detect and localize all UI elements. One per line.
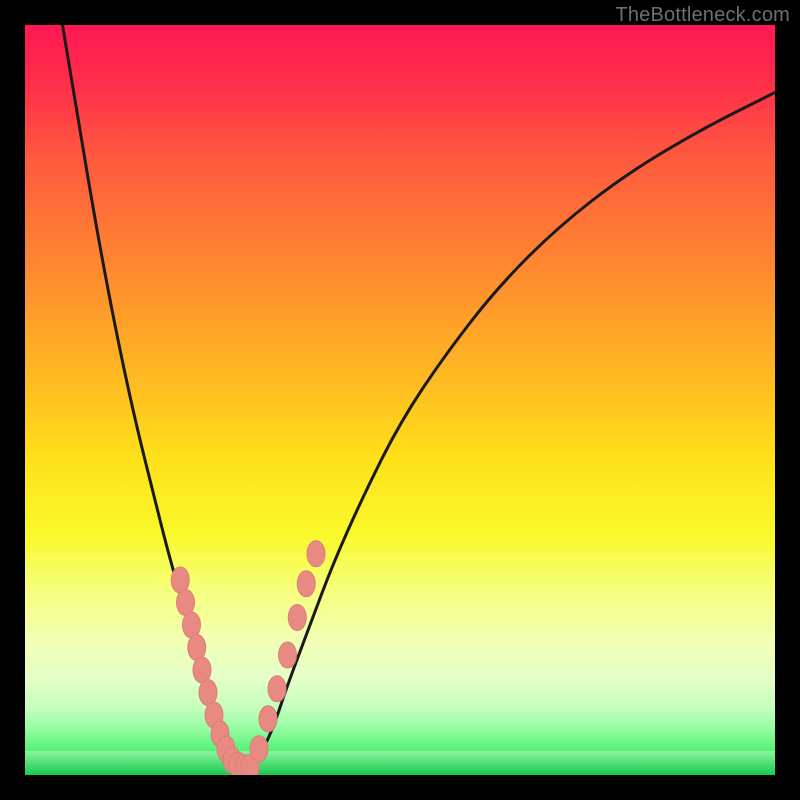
- data-marker: [250, 736, 268, 762]
- chart-container: TheBottleneck.com: [0, 0, 800, 800]
- data-marker: [268, 676, 286, 702]
- data-marker: [259, 706, 277, 732]
- curve-layer: [25, 25, 775, 775]
- data-marker: [288, 605, 306, 631]
- data-marker: [307, 541, 325, 567]
- data-marker: [279, 642, 297, 668]
- watermark-text: TheBottleneck.com: [615, 4, 790, 27]
- data-marker: [297, 571, 315, 597]
- plot-area: [25, 25, 775, 775]
- bottleneck-curve: [63, 25, 776, 768]
- data-markers: [171, 541, 325, 775]
